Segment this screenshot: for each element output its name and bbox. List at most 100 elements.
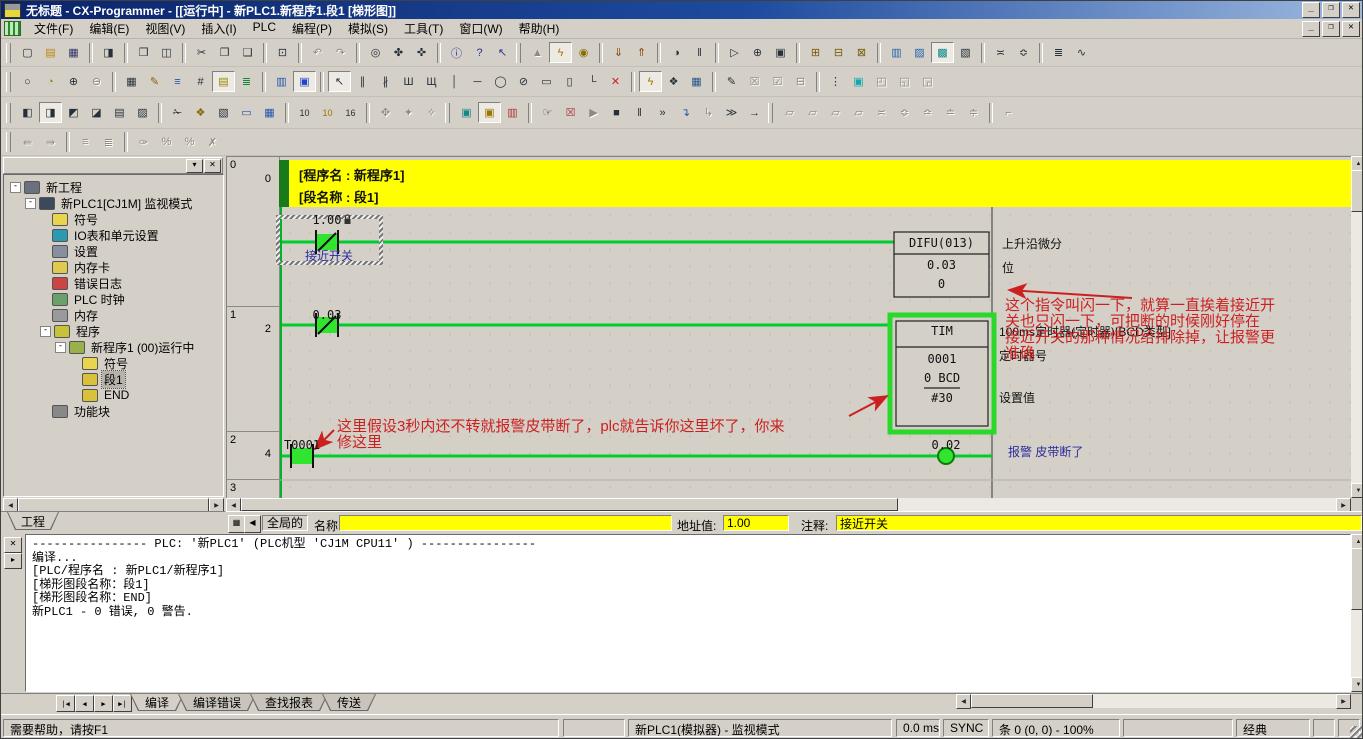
- tb-online-edit-cancel-icon[interactable]: ▥: [501, 102, 524, 123]
- output-nav-1-icon[interactable]: ◀: [75, 695, 94, 712]
- tb-data-trace-icon[interactable]: ∿: [1070, 42, 1093, 63]
- scrollbar-track[interactable]: [898, 498, 1336, 511]
- tb-line-connect-icon[interactable]: └: [581, 71, 604, 92]
- tb-new-file-icon[interactable]: ▢: [16, 42, 39, 63]
- toolbar-grip[interactable]: [6, 43, 11, 63]
- comment-input[interactable]: [836, 515, 1362, 531]
- menu-file[interactable]: 文件(F): [26, 18, 81, 39]
- tb-sim-step-icon[interactable]: »: [651, 102, 674, 123]
- tb-pause-monitoring-icon[interactable]: ‖: [688, 42, 711, 63]
- tb-cut-icon[interactable]: ✂: [190, 42, 213, 63]
- scrollbar-thumb[interactable]: [1351, 548, 1363, 610]
- tb-edit-instruction-icon[interactable]: ▯: [558, 71, 581, 92]
- tree-item-section1[interactable]: 段1: [4, 371, 223, 387]
- tb-fb-split-icon[interactable]: ✁: [166, 102, 189, 123]
- tb-new-instruction-icon[interactable]: ▭: [535, 71, 558, 92]
- output-expand-button[interactable]: ▸: [4, 553, 22, 569]
- tb-force-off-icon[interactable]: ⊟: [827, 42, 850, 63]
- tb-work-online-simulator-icon[interactable]: ϟ: [549, 42, 572, 63]
- difu-operand[interactable]: 0.03: [894, 258, 989, 272]
- tb-memory-view-icon[interactable]: ▧: [954, 42, 977, 63]
- tb-online-edit-send-icon[interactable]: ▣: [478, 102, 501, 123]
- scrollbar-thumb[interactable]: [18, 498, 209, 512]
- tb-print-preview-icon[interactable]: ◫: [155, 42, 178, 63]
- tree-item-memory[interactable]: 内存: [4, 307, 223, 323]
- coil-address[interactable]: 0.02: [918, 438, 974, 452]
- tb-online-edit-search-icon[interactable]: ▣: [769, 42, 792, 63]
- menu-help[interactable]: 帮助(H): [511, 18, 568, 39]
- tree-item-error-log[interactable]: 错误日志: [4, 275, 223, 291]
- output-nav-2-icon[interactable]: ▶: [94, 695, 113, 712]
- tb-toggle-watch-window-icon[interactable]: ◩: [62, 102, 85, 123]
- output-tab-transfer[interactable]: 传送: [322, 694, 376, 711]
- tb-toggle-plc-monitoring-icon[interactable]: ◑: [665, 42, 688, 63]
- tb-select-mode-icon[interactable]: ↖: [328, 71, 351, 92]
- menu-edit[interactable]: 编辑(E): [81, 18, 137, 39]
- tb-watch-window-toggle-icon[interactable]: ≣: [1047, 42, 1070, 63]
- symbol-bar-collapse-button[interactable]: ◀: [244, 515, 261, 533]
- toolbar-grip[interactable]: [445, 103, 450, 123]
- tb-watch-sheet-icon[interactable]: ⋮: [824, 71, 847, 92]
- tb-save-file-icon[interactable]: ▦: [62, 42, 85, 63]
- tb-find-icon[interactable]: ◎: [364, 42, 387, 63]
- tb-force-on-icon[interactable]: ⊞: [804, 42, 827, 63]
- tim-title[interactable]: TIM: [896, 324, 988, 338]
- tab-project[interactable]: 工程: [7, 512, 59, 530]
- tree-item-symbols[interactable]: 符号: [4, 211, 223, 227]
- rung3-margin[interactable]: 3: [227, 480, 279, 498]
- scrollbar-track[interactable]: [1093, 694, 1336, 708]
- tb-print-icon[interactable]: ❒: [132, 42, 155, 63]
- tb-set-value-icon[interactable]: ✎: [720, 71, 743, 92]
- workspace-hscrollbar[interactable]: ◀ ▶: [3, 498, 224, 512]
- tb-local-symbol-table-icon[interactable]: ▤: [108, 102, 131, 123]
- tree-item-plc-clock[interactable]: PLC 时钟: [4, 291, 223, 307]
- ladder-editor[interactable]: 0 0 1 2 2 4 3 [程序名 : 新程序1] [段名称 : 段1]: [226, 156, 1351, 498]
- tb-ci-view-icon[interactable]: ▣: [293, 71, 316, 92]
- resize-grip[interactable]: [1350, 726, 1363, 739]
- rung2-margin[interactable]: 2 4: [227, 432, 279, 480]
- tb-stop-simulation-icon[interactable]: ☒: [559, 102, 582, 123]
- output-tab-find-report[interactable]: 查找报表: [250, 694, 328, 711]
- ladder-document-icon[interactable]: [4, 21, 21, 36]
- tb-address-reference-icon[interactable]: ≎: [1012, 42, 1035, 63]
- scrollbar-thumb[interactable]: [971, 694, 1093, 708]
- tb-zoom-in-icon[interactable]: ⊕: [62, 71, 85, 92]
- tb-toggle-project-workspace-icon[interactable]: ◧: [16, 102, 39, 123]
- symbol-bar-grid-button[interactable]: ▦: [228, 515, 245, 533]
- tim-set-value[interactable]: #30: [896, 391, 988, 405]
- tb-rung-manager-icon[interactable]: ≣: [235, 71, 258, 92]
- tb-new-closed-or-contact-icon[interactable]: Щ: [420, 71, 443, 92]
- minimize-button[interactable]: _: [1302, 2, 1320, 18]
- contact3-address[interactable]: T0001: [274, 438, 330, 452]
- tb-sim-pause-icon[interactable]: ‖: [628, 102, 651, 123]
- tb-sim-stop-icon[interactable]: ■: [605, 102, 628, 123]
- tb-zoom-tool-icon[interactable]: ○: [16, 71, 39, 92]
- tb-open-file-icon[interactable]: ▤: [39, 42, 62, 63]
- tb-binary-monitor-icon[interactable]: ▦: [258, 102, 281, 123]
- tb-toggle-output-window-icon[interactable]: ◨: [39, 102, 62, 123]
- tb-zoom-region-icon[interactable]: ◔: [39, 71, 62, 92]
- tb-new-closed-coil-icon[interactable]: ⊘: [512, 71, 535, 92]
- tree-item-program-symbols[interactable]: 符号: [4, 355, 223, 371]
- scroll-down-icon[interactable]: ▼: [1351, 483, 1363, 498]
- toolbar-grip[interactable]: [6, 72, 11, 92]
- tb-compile-program-icon[interactable]: ▷: [723, 42, 746, 63]
- tb-new-contact-icon[interactable]: ∥: [351, 71, 374, 92]
- tree-expand-box[interactable]: -: [40, 326, 51, 337]
- contact2-address[interactable]: 0.03: [299, 308, 355, 322]
- tb-memory-cascade-icon[interactable]: ▦: [685, 71, 708, 92]
- tb-show-io-comment-icon[interactable]: #: [189, 71, 212, 92]
- tb-help-topics-icon[interactable]: ?: [468, 42, 491, 63]
- tree-item-programs[interactable]: -程序: [4, 323, 223, 339]
- tb-compare-programs-icon[interactable]: ◨: [97, 42, 120, 63]
- menu-tools[interactable]: 工具(T): [396, 18, 451, 39]
- tb-replace-icon[interactable]: ✤: [387, 42, 410, 63]
- mdi-close-button[interactable]: ✕: [1342, 21, 1360, 37]
- tb-symbol-browser-icon[interactable]: ❖: [189, 102, 212, 123]
- tree-item-new-plc1[interactable]: -新PLC1[CJ1M] 监视模式: [4, 195, 223, 211]
- tb-context-help-icon[interactable]: ↖: [491, 42, 514, 63]
- tb-copy-icon[interactable]: ❐: [213, 42, 236, 63]
- tree-expand-box[interactable]: -: [55, 342, 66, 353]
- tb-monitor-signed-decimal-icon[interactable]: 10: [316, 102, 339, 123]
- tb-find-bit-addresses-icon[interactable]: ✜: [410, 42, 433, 63]
